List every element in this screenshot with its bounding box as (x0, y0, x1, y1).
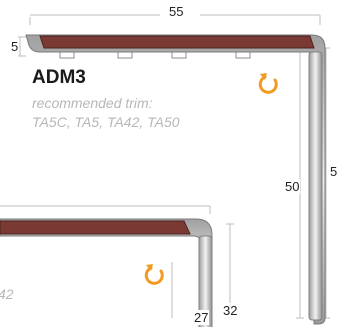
trim-heading: recommended trim: (32, 95, 153, 111)
dimension-inner-height: 50 (284, 179, 301, 194)
stair-nosing-diagram: ADM3 recommended trim: TA5C, TA5, TA42, … (0, 0, 338, 327)
dimension-top-width: 55 (168, 4, 185, 19)
trim-options: TA5C, TA5, TA42, TA50 (32, 114, 180, 130)
dimension-second-outer-height: 32 (222, 303, 239, 318)
dimension-tread-height: 5 (10, 39, 20, 54)
second-trim-fragment: 42 (0, 286, 14, 302)
underside-grooves (59, 52, 251, 59)
dimension-lines-main (18, 14, 330, 319)
product-code: ADM3 (32, 67, 86, 88)
insert-strip-second (0, 220, 191, 235)
rotate-arrow-icon (258, 73, 278, 94)
aluminium-body-second (0, 218, 213, 327)
profile-second (0, 218, 213, 327)
dimension-second-inner-height: 27 (193, 310, 210, 325)
profile-drawing (0, 14, 330, 327)
dimension-outer-height: 5 (329, 164, 338, 179)
rotate-arrow-icon (144, 264, 164, 285)
insert-strip (39, 35, 315, 49)
vertical-leg (308, 51, 323, 321)
